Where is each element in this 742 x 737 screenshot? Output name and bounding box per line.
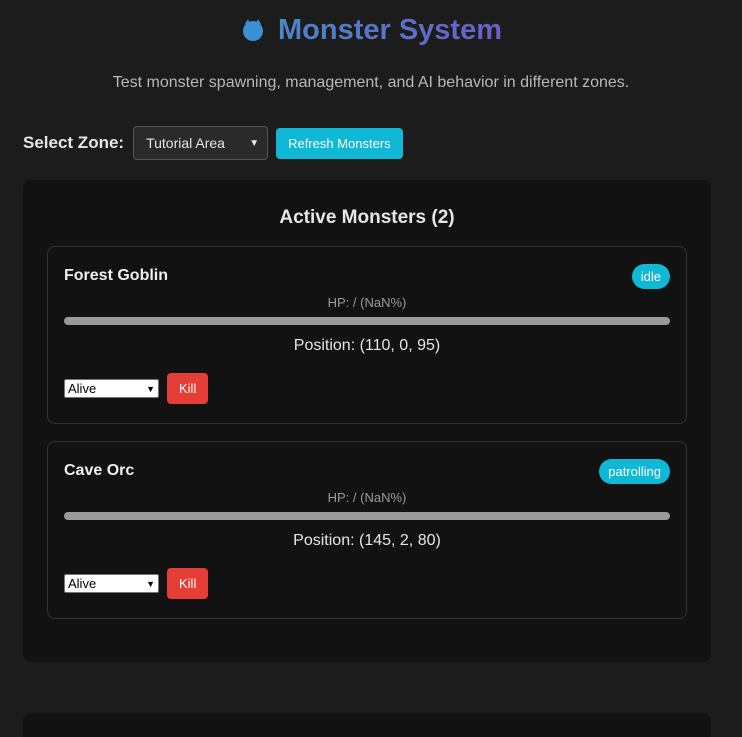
refresh-monsters-button[interactable]: Refresh Monsters xyxy=(276,127,403,159)
chevron-down-icon: ▼ xyxy=(249,137,260,149)
monster-actions: Alive ▼ Kill xyxy=(64,373,670,404)
monster-hp-text: HP: / (NaN%) xyxy=(327,490,407,505)
zone-select-value: Tutorial Area xyxy=(146,135,225,151)
monster-state-badge: idle xyxy=(631,263,670,289)
chevron-down-icon: ▼ xyxy=(146,578,155,589)
page-title-text: Monster System xyxy=(277,13,502,46)
monster-status-value: Alive xyxy=(68,576,97,591)
chevron-down-icon: ▼ xyxy=(146,383,155,394)
zone-select[interactable]: Tutorial Area ▼ xyxy=(133,126,269,160)
monster-actions: Alive ▼ Kill xyxy=(64,568,670,599)
monster-hp-bar xyxy=(64,512,670,520)
monster-name: Forest Goblin xyxy=(64,267,168,284)
monster-card: Cave Orc patrolling HP: / (NaN%) Positio… xyxy=(47,441,687,619)
active-monsters-panel: Active Monsters (2) Forest Goblin idle H… xyxy=(23,180,711,662)
monster-card: Forest Goblin idle HP: / (NaN%) Position… xyxy=(47,246,687,424)
monster-card-header: Cave Orc patrolling xyxy=(64,458,670,484)
page-title: Monster System xyxy=(240,12,502,48)
zone-label: Select Zone: xyxy=(23,133,125,152)
page-subtitle: Test monster spawning, management, and A… xyxy=(112,74,630,91)
active-monsters-title: Active Monsters (2) xyxy=(279,207,455,228)
monster-position: Position: (110, 0, 95) xyxy=(293,337,441,354)
monster-status-value: Alive xyxy=(68,381,97,396)
monster-hp-text: HP: / (NaN%) xyxy=(327,295,407,310)
kill-button[interactable]: Kill xyxy=(167,373,209,404)
monster-hp-bar xyxy=(64,317,670,325)
monster-system-page: Monster System Test monster spawning, ma… xyxy=(0,0,742,737)
monster-position: Position: (145, 2, 80) xyxy=(293,532,441,549)
monster-icon xyxy=(240,17,266,43)
monster-status-select[interactable]: Alive ▼ xyxy=(64,379,159,398)
header: Monster System Test monster spawning, ma… xyxy=(23,0,719,92)
zone-controls: Select Zone: Tutorial Area ▼ Refresh Mon… xyxy=(23,126,719,160)
secondary-panel xyxy=(23,713,711,737)
monster-name: Cave Orc xyxy=(64,462,135,479)
kill-button[interactable]: Kill xyxy=(167,568,209,599)
monster-card-header: Forest Goblin idle xyxy=(64,263,670,289)
monster-state-badge: patrolling xyxy=(599,458,670,484)
monster-status-select[interactable]: Alive ▼ xyxy=(64,574,159,593)
